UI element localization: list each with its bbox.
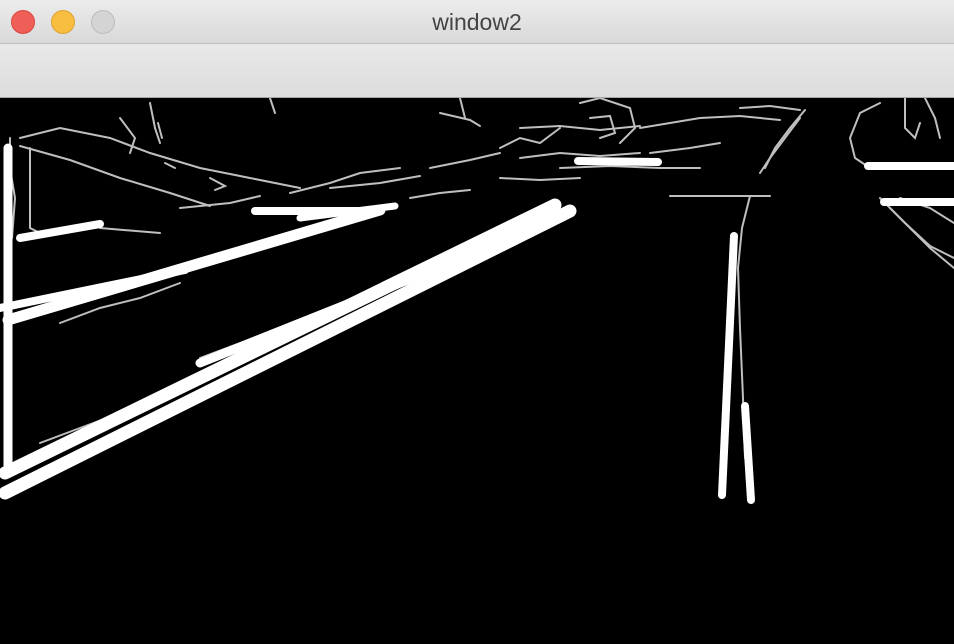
app-window: window2 — [0, 0, 954, 644]
edge-image — [0, 98, 954, 644]
image-display — [0, 98, 954, 644]
lane-segment — [574, 157, 662, 166]
toolbar — [0, 44, 954, 98]
title-bar[interactable]: window2 — [0, 0, 954, 44]
window-title: window2 — [432, 9, 522, 35]
